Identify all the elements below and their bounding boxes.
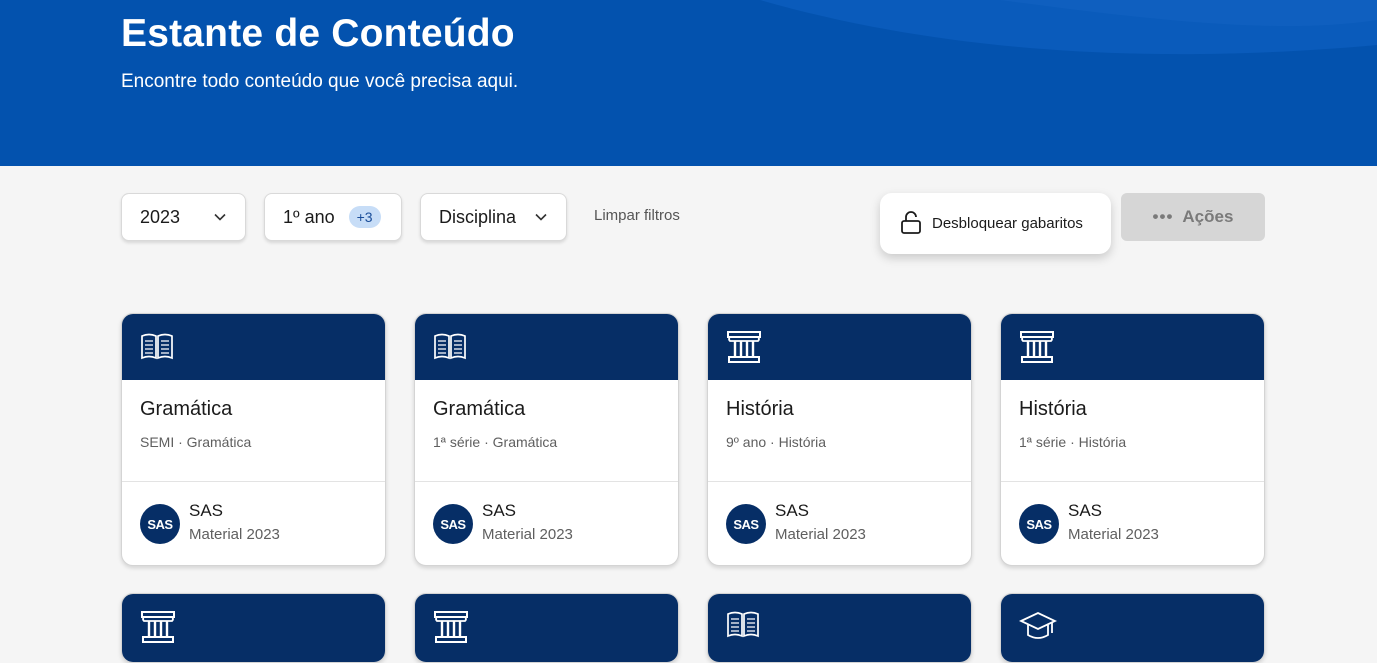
page-subtitle: Encontre todo conteúdo que você precisa … [121,71,519,92]
actions-button[interactable]: ••• Ações [1121,193,1265,241]
year-filter-label: 2023 [140,206,181,227]
column-icon [433,609,469,645]
chevron-down-icon [213,210,227,224]
content-card[interactable] [121,593,386,663]
card-title: História [726,398,794,420]
more-dots-icon: ••• [1152,207,1174,226]
card-divider [415,481,678,482]
publisher-logo: SAS [140,504,180,544]
card-header [122,594,385,662]
card-meta: 1ª série · Gramática [433,434,558,450]
content-card[interactable] [707,593,972,663]
grade-filter-dropdown[interactable]: 1º ano +3 [264,193,402,241]
card-header [122,314,385,380]
subject-filter-dropdown[interactable]: Disciplina [420,193,567,241]
chevron-down-icon [534,210,548,224]
content-card[interactable]: Gramática 1ª série · Gramática SAS SAS Mater… [414,313,679,566]
unlock-icon [900,210,922,238]
page-title: Estante de Conteúdo [121,12,515,55]
publisher-name: SAS [189,501,224,520]
card-header [708,594,971,662]
open-book-icon [433,331,467,363]
content-card[interactable]: História 1ª série · História SAS SAS Materia… [1000,313,1265,566]
column-icon [140,609,176,645]
clear-filters-link[interactable]: Limpar filtros [594,207,680,224]
material-label: Material 2023 [1068,526,1159,543]
year-filter-dropdown[interactable]: 2023 [121,193,246,241]
content-card[interactable] [1000,593,1265,663]
column-icon [726,329,762,365]
card-header [1001,594,1264,662]
publisher-name: SAS [482,501,517,520]
open-book-icon [140,331,174,363]
graduation-cap-icon [1019,609,1057,643]
publisher-name: SAS [1068,501,1103,520]
unlock-answer-keys-label: Desbloquear gabaritos [932,215,1083,232]
card-header [1001,314,1264,380]
material-label: Material 2023 [189,526,280,543]
card-title: Gramática [140,398,233,420]
content-card[interactable] [414,593,679,663]
open-book-icon [726,609,760,641]
publisher-logo: SAS [1019,504,1059,544]
card-header [708,314,971,380]
content-card[interactable]: História 9º ano · História SAS SAS Material … [707,313,972,566]
publisher-logo: SAS [726,504,766,544]
material-label: Material 2023 [482,526,573,543]
column-icon [1019,329,1055,365]
grade-filter-count-badge: +3 [348,206,381,228]
hero-banner: Estante de Conteúdo Encontre todo conteú… [0,0,1377,166]
card-title: Gramática [433,398,526,420]
content-card[interactable]: Gramática SEMI · Gramática SAS SAS Material … [121,313,386,566]
grade-filter-label: 1º ano [283,206,335,227]
card-meta: 9º ano · História [726,434,827,450]
publisher-name: SAS [775,501,810,520]
unlock-answer-keys-button[interactable]: Desbloquear gabaritos [880,193,1111,254]
card-meta: 1ª série · História [1019,434,1127,450]
publisher-logo: SAS [433,504,473,544]
material-label: Material 2023 [775,526,866,543]
card-meta: SEMI · Gramática [140,434,252,450]
card-header [415,314,678,380]
actions-label: Ações [1182,207,1234,226]
card-divider [708,481,971,482]
card-header [415,594,678,662]
subject-filter-label: Disciplina [439,206,517,227]
card-title: História [1019,398,1087,420]
card-divider [1001,481,1264,482]
card-divider [122,481,385,482]
